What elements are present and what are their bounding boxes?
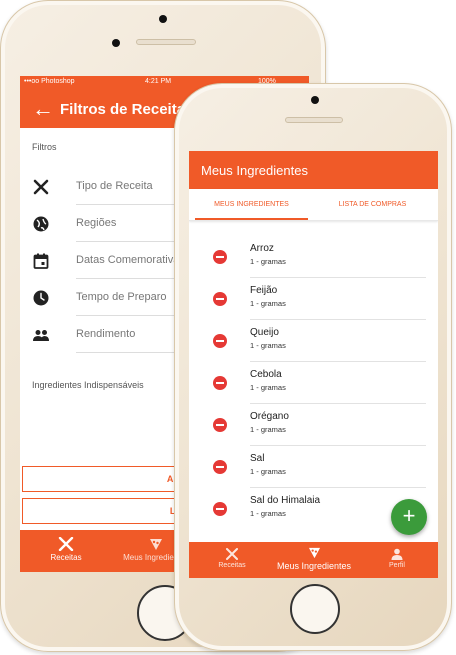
remove-icon[interactable] xyxy=(213,250,227,264)
ingredient-name: Feijão xyxy=(250,285,278,296)
remove-icon[interactable] xyxy=(213,334,227,348)
calendar-icon xyxy=(33,253,49,269)
remove-icon[interactable] xyxy=(213,418,227,432)
fork-knife-icon xyxy=(33,179,49,195)
nav-item-receitas[interactable]: Receitas xyxy=(36,537,96,562)
nav-label: Perfil xyxy=(389,562,405,569)
list-item: Queijo 1 - gramas xyxy=(189,320,438,362)
speaker-grille xyxy=(136,39,196,45)
filter-label: Rendimento xyxy=(76,328,136,340)
ingredient-name: Sal do Himalaia xyxy=(250,495,321,506)
tab-meus-ingredientes[interactable]: MEUS INGREDIENTES xyxy=(195,189,308,221)
list-item: Cebola 1 - gramas xyxy=(189,362,438,404)
add-ingredient-button[interactable]: + xyxy=(391,499,427,535)
tab-lista-de-compras[interactable]: LISTA DE COMPRAS xyxy=(313,189,432,221)
ingredient-name: Queijo xyxy=(250,327,279,338)
ingredient-qty: 1 - gramas xyxy=(250,257,286,266)
people-icon xyxy=(33,330,49,341)
list-item: Orégano 1 - gramas xyxy=(189,404,438,446)
filter-label: Datas Comemorativas xyxy=(76,254,185,266)
ingredient-name: Sal xyxy=(250,453,265,464)
clock-icon xyxy=(33,290,49,306)
app-bar: Meus Ingredientes xyxy=(189,151,438,189)
active-tab-indicator xyxy=(195,218,308,220)
filter-label: Tempo de Preparo xyxy=(76,291,167,303)
filter-label: Tipo de Receita xyxy=(76,180,153,192)
person-icon xyxy=(391,548,403,560)
ingredient-name: Cebola xyxy=(250,369,282,380)
arrow-left-icon[interactable]: ← xyxy=(32,98,54,120)
remove-icon[interactable] xyxy=(213,376,227,390)
nav-label: Meus Ingredientes xyxy=(276,561,352,571)
ingredient-qty: 1 - gramas xyxy=(250,425,286,434)
ingredient-qty: 1 - gramas xyxy=(250,299,286,308)
list-item: Feijão 1 - gramas xyxy=(189,278,438,320)
ingredient-qty: 1 - gramas xyxy=(250,467,286,476)
ingredient-qty: 1 - gramas xyxy=(250,383,286,392)
fork-knife-icon xyxy=(58,537,74,551)
remove-icon[interactable] xyxy=(213,502,227,516)
list-item: Arroz 1 - gramas xyxy=(189,236,438,278)
pizza-icon xyxy=(308,547,320,559)
ingredient-name: Arroz xyxy=(250,243,274,254)
bottom-nav: Receitas Meus Ingredientes Perfil xyxy=(189,542,438,578)
remove-icon[interactable] xyxy=(213,292,227,306)
fork-knife-icon xyxy=(226,548,238,560)
front-camera-icon xyxy=(112,39,120,47)
nav-item-perfil[interactable]: Perfil xyxy=(377,548,417,569)
nav-item-meus-ingredientes[interactable]: Meus Ingredientes xyxy=(269,546,359,571)
nav-label: Receitas xyxy=(218,562,246,569)
camera-icon xyxy=(159,15,167,23)
camera-icon xyxy=(311,96,319,104)
list-item: Sal 1 - gramas xyxy=(189,446,438,488)
page-title: Filtros de Receitas xyxy=(60,100,194,118)
ingredients-section-label: Ingredientes Indispensáveis xyxy=(32,380,144,390)
ingredient-qty: 1 - gramas xyxy=(250,341,286,350)
carrier-label: •••oo Photoshop xyxy=(24,78,75,85)
filter-label: Regiões xyxy=(76,217,117,229)
ingredient-list: Arroz 1 - gramas Feijão 1 - gramas Queij… xyxy=(189,236,438,530)
tab-bar: MEUS INGREDIENTES LISTA DE COMPRAS xyxy=(189,189,438,221)
nav-label: Receitas xyxy=(50,553,82,562)
pizza-icon xyxy=(150,539,162,550)
globe-icon xyxy=(33,216,49,232)
nav-item-receitas[interactable]: Receitas xyxy=(207,548,257,569)
ingredient-qty: 1 - gramas xyxy=(250,509,286,518)
home-button[interactable] xyxy=(290,584,340,634)
remove-icon[interactable] xyxy=(213,460,227,474)
ingredients-screen: Meus Ingredientes MEUS INGREDIENTES LIST… xyxy=(189,151,438,578)
ingredient-name: Orégano xyxy=(250,411,289,422)
page-title: Meus Ingredientes xyxy=(201,162,308,178)
clock-label: 4:21 PM xyxy=(145,78,172,85)
speaker-grille xyxy=(285,117,343,123)
